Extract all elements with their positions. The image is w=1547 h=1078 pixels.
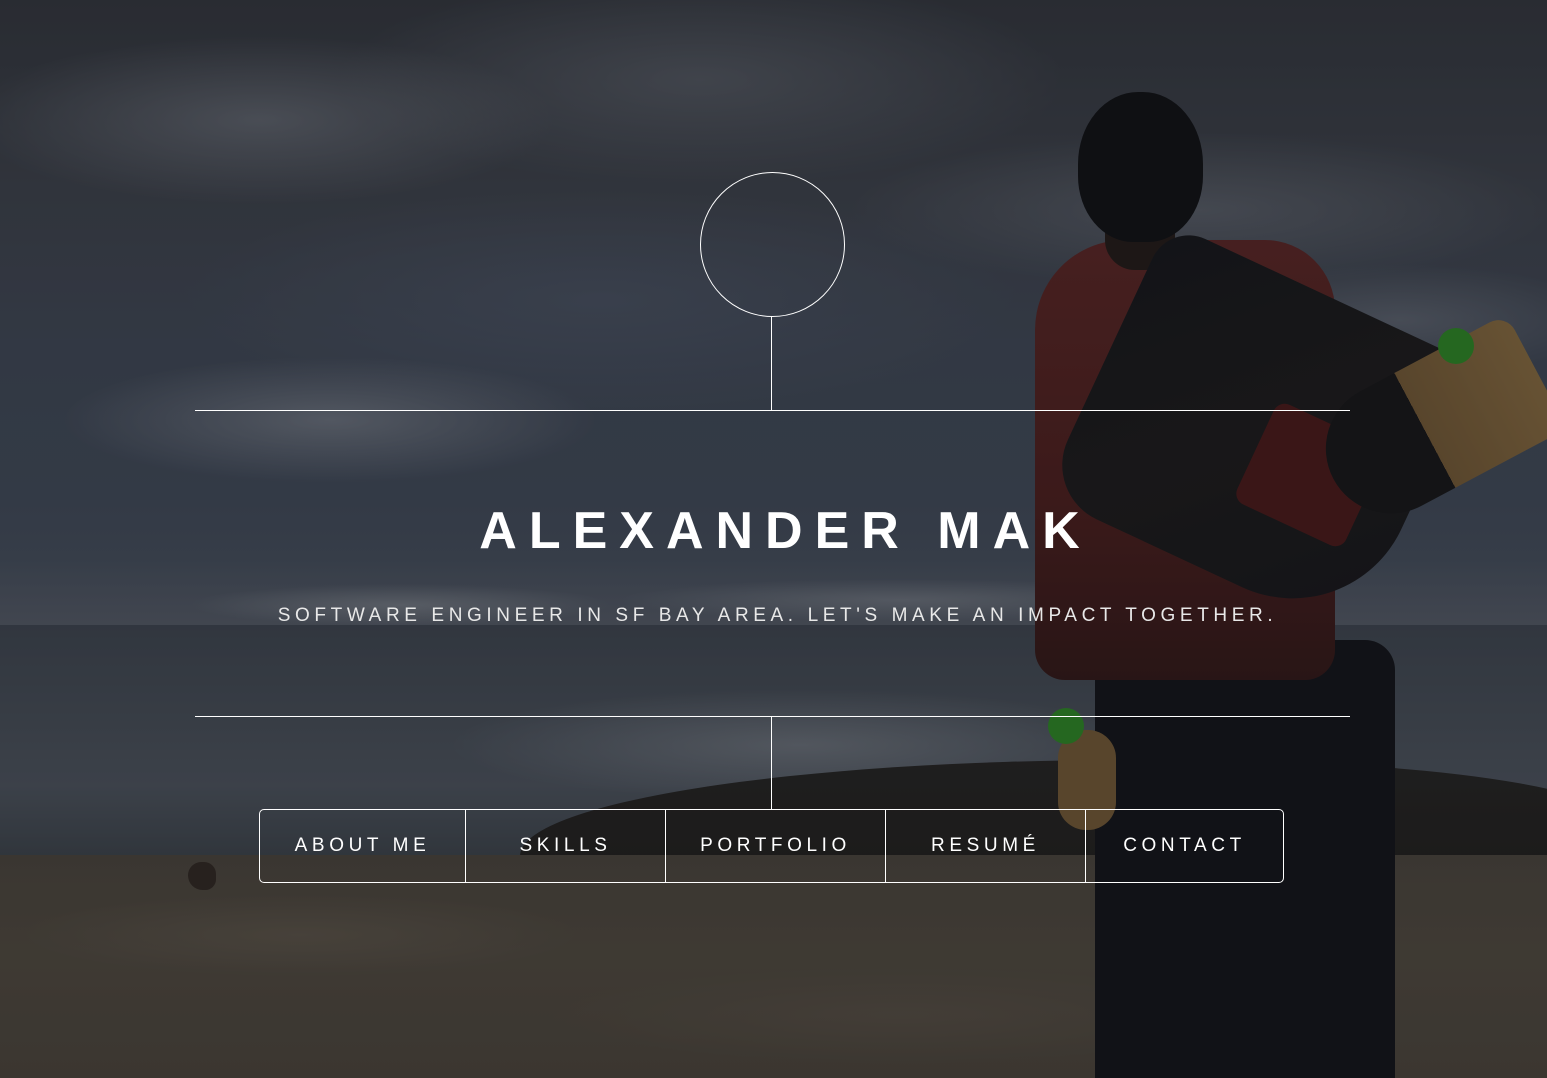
main-nav: ABOUT ME SKILLS PORTFOLIO RESUMÉ CONTACT <box>259 809 1284 883</box>
site-title: ALEXANDER MAK <box>479 502 1092 560</box>
nav-about-me[interactable]: ABOUT ME <box>260 810 466 882</box>
nav-contact[interactable]: CONTACT <box>1086 810 1283 882</box>
nav-portfolio[interactable]: PORTFOLIO <box>666 810 886 882</box>
connector-line-top <box>771 316 772 410</box>
hero-content: ALEXANDER MAK SOFTWARE ENGINEER IN SF BA… <box>0 0 1547 1078</box>
hero-section: ALEXANDER MAK SOFTWARE ENGINEER IN SF BA… <box>0 0 1547 1078</box>
nav-skills[interactable]: SKILLS <box>466 810 666 882</box>
connector-line-bottom <box>771 716 772 809</box>
divider-bottom <box>195 716 1350 717</box>
nav-resume[interactable]: RESUMÉ <box>886 810 1086 882</box>
tagline: SOFTWARE ENGINEER IN SF BAY AREA. LET'S … <box>277 605 1278 626</box>
divider-top <box>195 410 1350 411</box>
logo-circle <box>700 172 845 317</box>
